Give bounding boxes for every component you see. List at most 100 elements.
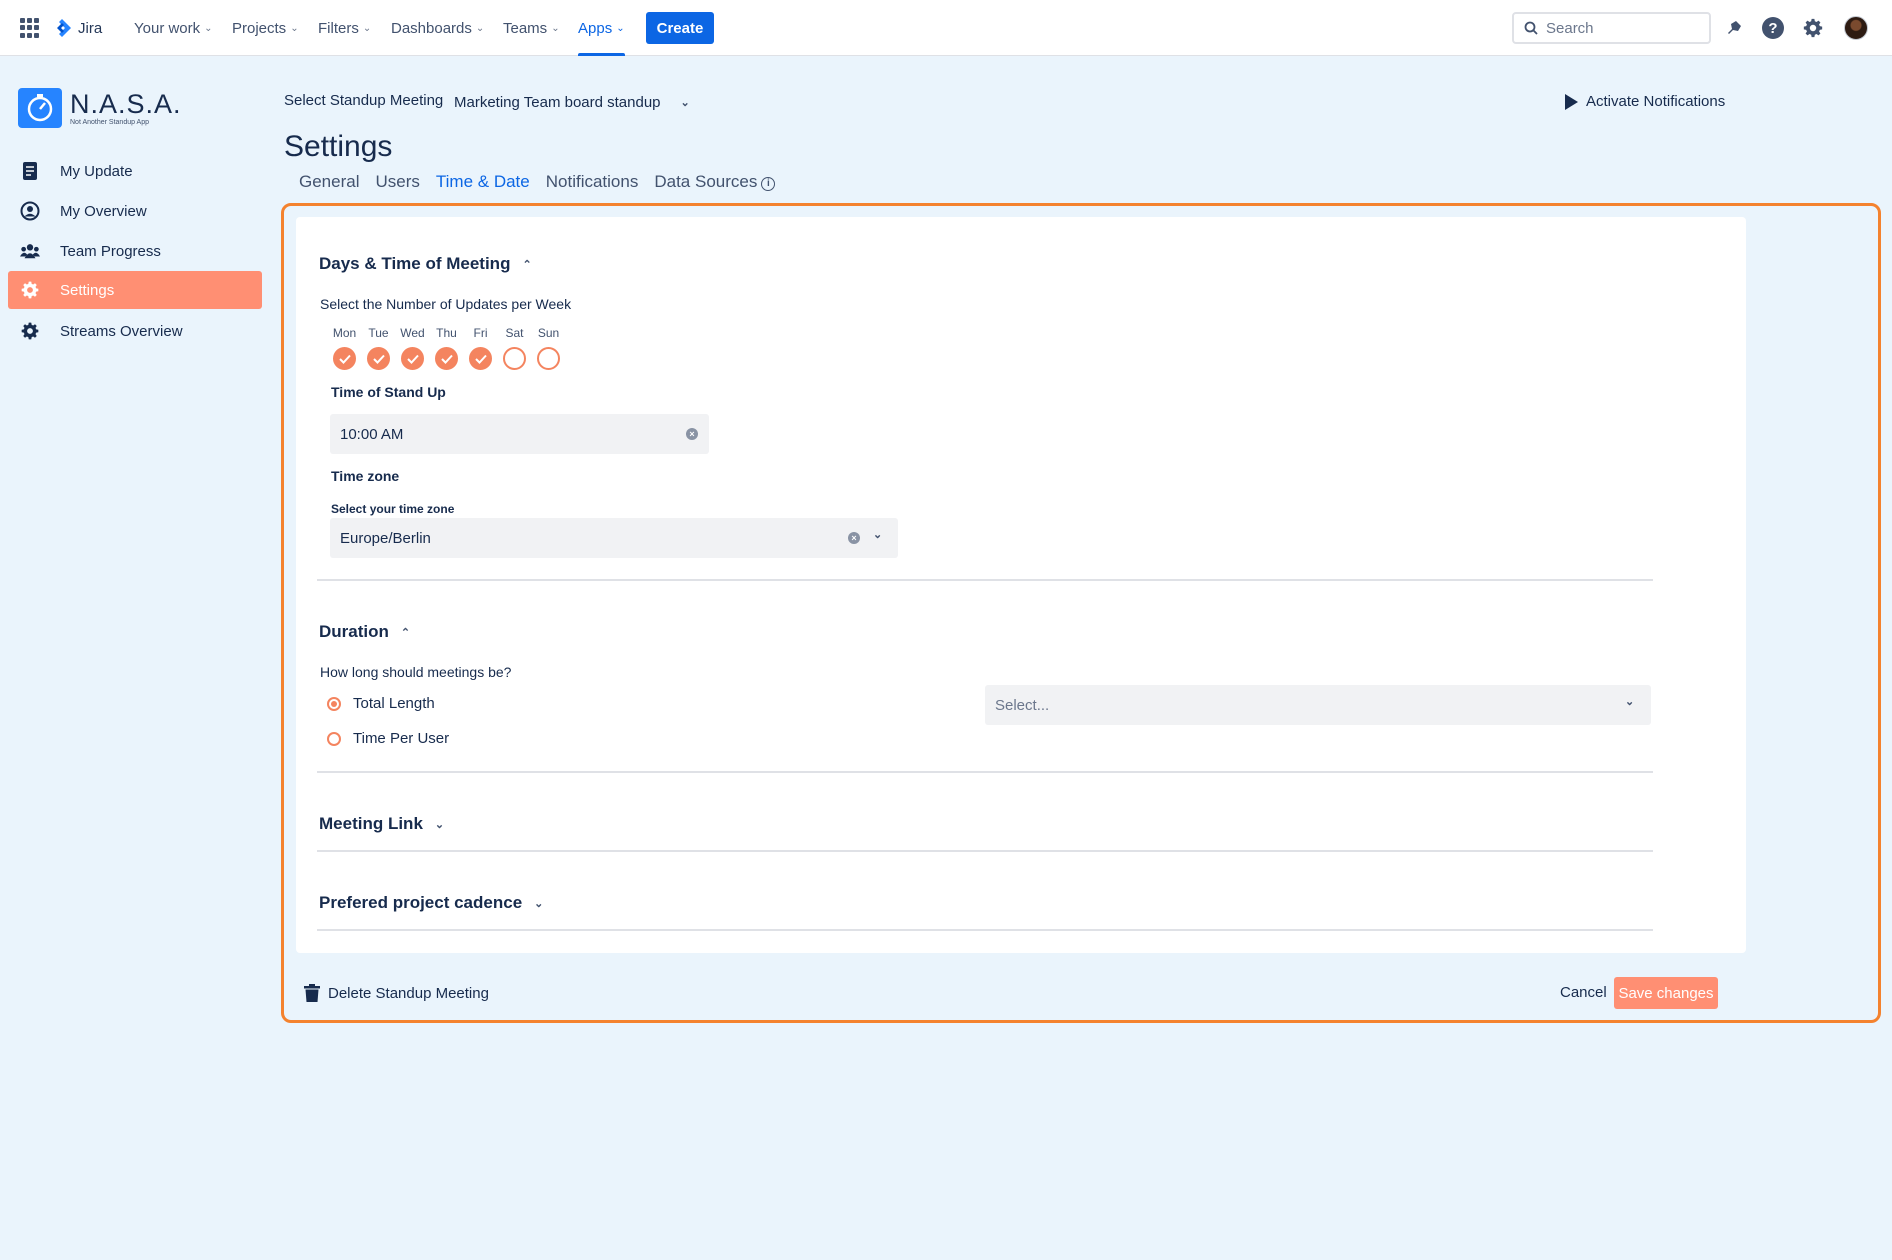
day-label: Sat (505, 326, 524, 340)
day-label: Tue (368, 326, 389, 340)
weekday-selector: Mon Tue Wed Thu Fri Sat Sun (331, 326, 562, 370)
notifications-icon[interactable] (1722, 16, 1746, 40)
user-circle-icon (20, 201, 40, 221)
chevron-down-icon: ⌄ (680, 96, 690, 109)
sidebar-item-streams-overview[interactable]: Streams Overview (8, 312, 262, 350)
time-input-value: 10:00 AM (340, 425, 404, 443)
section-title: Duration (319, 622, 389, 641)
tab-time-date[interactable]: Time & Date (436, 172, 530, 192)
clear-icon[interactable]: × (686, 428, 698, 440)
timezone-select[interactable]: Europe/Berlin × ⌄ (330, 518, 898, 558)
sidebar-item-label: Settings (60, 281, 115, 299)
brand-name: N.A.S.A. (70, 88, 182, 119)
chevron-down-icon[interactable]: ⌄ (873, 528, 882, 541)
help-icon[interactable]: ? (1761, 16, 1785, 40)
create-button[interactable]: Create (646, 12, 714, 44)
duration-section-header[interactable]: Duration ⌃ (319, 622, 410, 642)
tab-users[interactable]: Users (375, 172, 419, 192)
day-fri[interactable]: Fri (467, 326, 494, 370)
section-divider (317, 929, 1653, 931)
play-icon (1565, 93, 1578, 110)
sidebar-item-settings[interactable]: Settings (8, 271, 262, 309)
chevron-down-icon: ⌄ (362, 22, 372, 34)
sidebar-item-label: Team Progress (60, 242, 161, 260)
nav-projects[interactable]: Projects ⌄ (232, 0, 299, 56)
meeting-select[interactable]: Marketing Team board standup ⌄ (446, 87, 698, 117)
check-icon (435, 347, 458, 370)
radio-time-per-user[interactable]: Time Per User (327, 730, 449, 747)
radio-label: Total Length (353, 695, 435, 712)
search-icon (1524, 21, 1538, 35)
duration-select-placeholder: Select... (995, 696, 1050, 714)
tab-general[interactable]: General (299, 172, 359, 192)
timezone-heading: Time zone (331, 468, 400, 484)
check-icon (367, 347, 390, 370)
days-time-section-header[interactable]: Days & Time of Meeting ⌃ (319, 254, 532, 274)
delete-standup-button[interactable]: Delete Standup Meeting (304, 984, 489, 1002)
chevron-down-icon: ⌄ (1625, 696, 1635, 708)
day-mon[interactable]: Mon (331, 326, 358, 370)
search-input[interactable] (1546, 19, 1696, 37)
sidebar-item-my-update[interactable]: My Update (8, 152, 262, 190)
radio-label: Time Per User (353, 730, 450, 747)
timezone-select-value: Europe/Berlin (340, 529, 431, 547)
radio-empty-icon (327, 731, 341, 746)
meeting-link-section-header[interactable]: Meeting Link ⌄ (319, 814, 444, 834)
nav-apps-label: Apps (578, 19, 613, 37)
jira-logo[interactable]: Jira (52, 0, 102, 56)
save-changes-button[interactable]: Save changes (1614, 977, 1718, 1009)
stopwatch-icon (18, 88, 62, 128)
sidebar-item-team-progress[interactable]: Team Progress (8, 232, 262, 270)
day-thu[interactable]: Thu (433, 326, 460, 370)
section-title: Days & Time of Meeting (319, 254, 511, 273)
select-meeting-label: Select Standup Meeting (284, 92, 444, 109)
sidebar-item-label: My Overview (60, 202, 147, 220)
day-sun[interactable]: Sun (535, 326, 562, 370)
nav-filters-label: Filters (318, 19, 359, 37)
nav-teams[interactable]: Teams ⌄ (503, 0, 560, 56)
check-icon (469, 347, 492, 370)
nasa-brand[interactable]: N.A.S.A. Not Another Standup App (18, 88, 182, 128)
day-label: Fri (473, 326, 488, 340)
nav-apps[interactable]: Apps ⌄ (578, 0, 625, 56)
info-icon: i (761, 176, 776, 191)
nav-dashboards[interactable]: Dashboards ⌄ (391, 0, 484, 56)
sidebar-item-label: My Update (60, 162, 133, 180)
radio-total-length[interactable]: Total Length (327, 695, 435, 712)
day-tue[interactable]: Tue (365, 326, 392, 370)
chevron-down-icon: ⌄ (290, 22, 299, 34)
activate-notifications-label: Activate Notifications (1586, 93, 1726, 110)
time-input[interactable]: 10:00 AM × (330, 414, 709, 454)
avatar[interactable] (1844, 16, 1868, 40)
cadence-section-header[interactable]: Prefered project cadence ⌄ (319, 893, 543, 913)
nav-filters[interactable]: Filters ⌄ (318, 0, 371, 56)
timezone-select-label: Select your time zone (331, 502, 455, 516)
gear-icon[interactable] (1801, 16, 1825, 40)
search-box[interactable] (1512, 12, 1711, 44)
nav-your-work[interactable]: Your work ⌄ (134, 0, 213, 56)
day-label: Wed (400, 326, 425, 340)
nav-your-work-label: Your work (134, 19, 201, 37)
chevron-down-icon: ⌄ (616, 22, 625, 34)
cancel-button[interactable]: Cancel (1560, 984, 1607, 1001)
chevron-down-icon: ⌄ (534, 897, 544, 910)
day-wed[interactable]: Wed (399, 326, 426, 370)
section-title: Prefered project cadence (319, 893, 523, 912)
tab-data-sources[interactable]: Data Sources i (654, 172, 776, 192)
tab-notifications[interactable]: Notifications (546, 172, 639, 192)
app-switcher-icon[interactable] (20, 18, 40, 38)
activate-notifications-button[interactable]: Activate Notifications (1564, 93, 1725, 110)
sidebar-item-my-overview[interactable]: My Overview (8, 192, 262, 230)
day-sat[interactable]: Sat (501, 326, 528, 370)
time-of-standup-label: Time of Stand Up (331, 384, 446, 400)
page-title: Settings (284, 130, 393, 163)
duration-select[interactable]: Select... ⌄ (985, 685, 1651, 725)
clear-icon[interactable]: × (848, 532, 860, 544)
trash-icon (304, 984, 320, 1002)
updates-per-week-label: Select the Number of Updates per Week (320, 296, 572, 312)
chevron-down-icon: ⌄ (204, 22, 213, 34)
gear-icon (20, 321, 40, 341)
document-icon (20, 161, 40, 181)
radio-selected-icon (327, 696, 341, 711)
day-label: Mon (332, 326, 357, 340)
